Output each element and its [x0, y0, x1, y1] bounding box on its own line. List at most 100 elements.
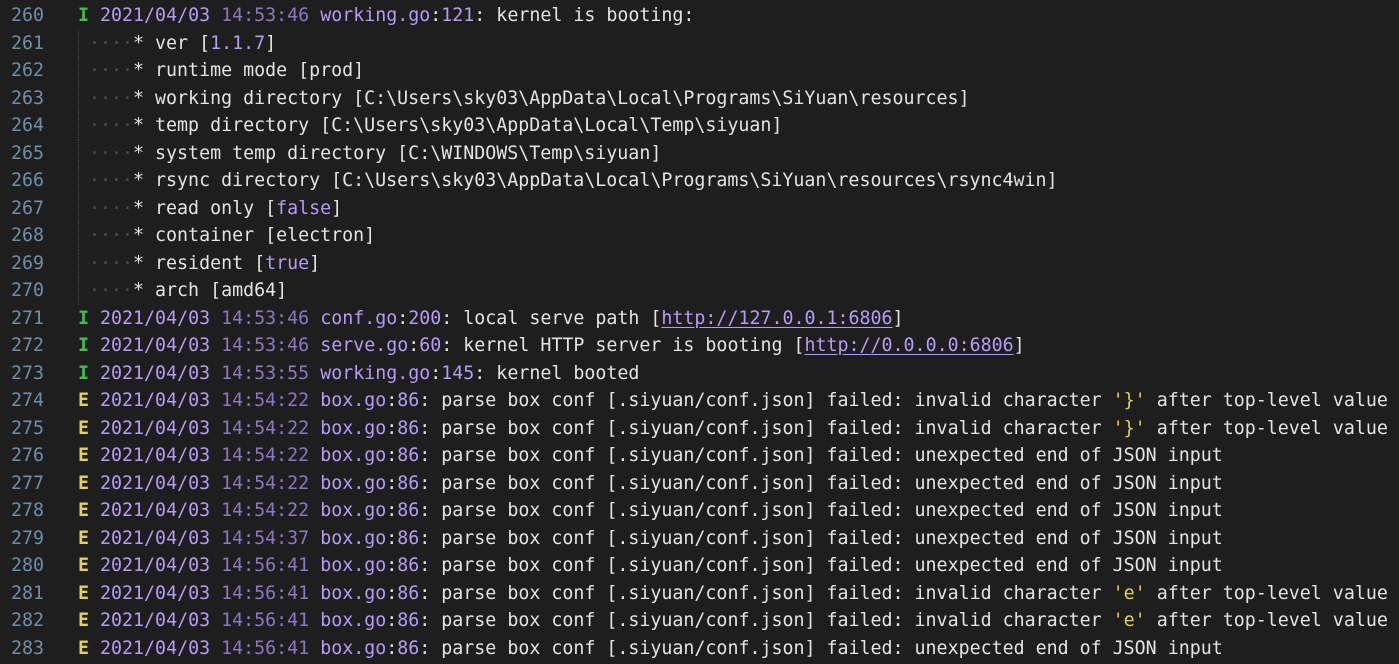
colon: :	[386, 500, 398, 521]
log-level: E	[78, 500, 90, 521]
log-content: ····* working directory [C:\Users\sky03\…	[78, 85, 970, 113]
log-line[interactable]: 269 ····* resident [true]	[0, 249, 1399, 278]
log-line[interactable]: 271 I 2021/04/03 14:53:46 conf.go:200: lo…	[0, 305, 1399, 333]
line-number: 279	[10, 527, 44, 549]
log-content: I 2021/04/03 14:53:46 serve.go:60: kerne…	[78, 332, 1025, 360]
source-file: working.go	[320, 362, 431, 384]
url-link[interactable]: http://127.0.0.1:6806	[661, 308, 892, 329]
log-message: : parse box conf [.siyuan/conf.json] fai…	[419, 555, 1223, 576]
log-line[interactable]: 273 I 2021/04/03 14:53:55 working.go:145:…	[0, 360, 1399, 388]
log-date: 2021/04/03	[100, 472, 211, 494]
log-time: 14:54:22	[221, 500, 310, 521]
log-content: ····* rsync directory [C:\Users\sky03\Ap…	[78, 167, 1058, 195]
log-level: I	[78, 362, 90, 384]
log-line[interactable]: 272 I 2021/04/03 14:53:46 serve.go:60: ke…	[0, 332, 1399, 360]
line-number: 263	[10, 87, 44, 109]
log-message: : parse box conf [.siyuan/conf.json] fai…	[419, 610, 1113, 631]
log-line[interactable]: 261 ····* ver [1.1.7]	[0, 29, 1399, 58]
log-line[interactable]: 277 E 2021/04/03 14:54:22 box.go:86: pars…	[0, 470, 1399, 498]
log-time: 14:54:37	[221, 527, 310, 549]
log-time: 14:56:41	[221, 610, 310, 631]
source-line: 200	[408, 307, 442, 329]
line-number: 266	[10, 170, 44, 191]
line-number: 281	[10, 582, 44, 604]
colon: :	[430, 5, 442, 26]
source-line: 86	[397, 472, 420, 494]
log-content: ····* resident [true]	[78, 250, 320, 278]
log-time: 14:56:41	[221, 637, 310, 659]
source-file: box.go	[320, 417, 387, 439]
log-message: : parse box conf [.siyuan/conf.json] fai…	[419, 582, 1113, 604]
whitespace-dots: ····	[78, 170, 134, 191]
whitespace-dots: ····	[78, 225, 134, 246]
log-message-tail: after top-level value	[1145, 390, 1388, 411]
source-line: 86	[397, 582, 420, 604]
line-number: 272	[10, 335, 44, 356]
log-message: : parse box conf [.siyuan/conf.json] fai…	[419, 527, 1223, 549]
log-line[interactable]: 268 ····* container [electron]	[0, 222, 1399, 250]
log-line[interactable]: 275 E 2021/04/03 14:54:22 box.go:86: pars…	[0, 415, 1399, 443]
log-line[interactable]: 281 E 2021/04/03 14:56:41 box.go:86: pars…	[0, 580, 1399, 608]
log-content: ····* ver [1.1.7]	[78, 30, 276, 58]
log-level: E	[78, 555, 90, 576]
log-content: I 2021/04/03 14:53:46 conf.go:200: local…	[78, 305, 904, 333]
source-line: 60	[419, 335, 442, 356]
log-line[interactable]: 262 ····* runtime mode [prod]	[0, 57, 1399, 85]
colon: :	[397, 307, 409, 329]
log-line[interactable]: 276 E 2021/04/03 14:54:22 box.go:86: pars…	[0, 442, 1399, 470]
log-line[interactable]: 282 E 2021/04/03 14:56:41 box.go:86: pars…	[0, 607, 1399, 635]
source-line: 86	[397, 555, 420, 576]
log-message: : local serve path [	[441, 307, 662, 329]
log-time: 14:54:22	[221, 445, 310, 466]
log-line[interactable]: 274 E 2021/04/03 14:54:22 box.go:86: pars…	[0, 387, 1399, 415]
log-line[interactable]: 278 E 2021/04/03 14:54:22 box.go:86: pars…	[0, 497, 1399, 525]
log-content: ····* container [electron]	[78, 222, 375, 250]
log-time: 14:54:22	[221, 390, 310, 411]
log-line[interactable]: 267 ····* read only [false]	[0, 194, 1399, 222]
log-line[interactable]: 263 ····* working directory [C:\Users\sk…	[0, 84, 1399, 113]
log-line[interactable]: 264 ····* temp directory [C:\Users\sky03…	[0, 112, 1399, 140]
char-literal: '}'	[1112, 390, 1146, 411]
colon: :	[386, 445, 398, 466]
line-number: 265	[10, 142, 44, 164]
log-date: 2021/04/03	[100, 527, 211, 549]
colon: :	[386, 582, 398, 604]
log-date: 2021/04/03	[100, 307, 211, 329]
char-literal: '}'	[1112, 417, 1146, 439]
line-number: 273	[10, 362, 44, 384]
log-line[interactable]: 283 E 2021/04/03 14:56:41 box.go:86: pars…	[0, 635, 1399, 663]
log-line[interactable]: 280 E 2021/04/03 14:56:41 box.go:86: pars…	[0, 552, 1399, 580]
whitespace-dots: ····	[78, 197, 134, 219]
colon: :	[386, 417, 398, 439]
url-link[interactable]: http://0.0.0.0:6806	[805, 335, 1014, 356]
source-file: conf.go	[320, 307, 398, 329]
log-editor[interactable]: 260 I 2021/04/03 14:53:46 working.go:121:…	[0, 0, 1399, 664]
log-line[interactable]: 260 I 2021/04/03 14:53:46 working.go:121:…	[0, 2, 1399, 30]
line-number: 277	[10, 472, 44, 494]
sub-item-text: * container [electron]	[133, 225, 376, 246]
source-line: 86	[397, 445, 420, 466]
source-line: 86	[397, 390, 420, 411]
log-line[interactable]: 279 E 2021/04/03 14:54:37 box.go:86: pars…	[0, 525, 1399, 553]
log-content: E 2021/04/03 14:54:22 box.go:86: parse b…	[78, 415, 1388, 443]
source-line: 86	[397, 417, 420, 439]
log-time: 14:56:41	[221, 555, 310, 576]
source-file: box.go	[320, 527, 387, 549]
log-date: 2021/04/03	[100, 390, 211, 411]
log-date: 2021/04/03	[100, 555, 211, 576]
log-line[interactable]: 265 ····* system temp directory [C:\WIND…	[0, 139, 1399, 167]
log-time: 14:54:22	[221, 472, 310, 494]
source-file: box.go	[320, 582, 387, 604]
log-message-tail: after top-level value	[1145, 582, 1388, 604]
log-level: E	[78, 445, 90, 466]
sub-item-tail: ]	[309, 252, 321, 274]
log-line[interactable]: 270 ····* arch [amd64]	[0, 277, 1399, 305]
line-number: 278	[10, 500, 44, 521]
whitespace-dots: ····	[78, 280, 134, 301]
log-content: E 2021/04/03 14:54:22 box.go:86: parse b…	[78, 442, 1223, 470]
log-line[interactable]: 266 ····* rsync directory [C:\Users\sky0…	[0, 167, 1399, 195]
log-message: : parse box conf [.siyuan/conf.json] fai…	[419, 637, 1223, 659]
source-file: box.go	[320, 555, 387, 576]
log-message: : parse box conf [.siyuan/conf.json] fai…	[419, 472, 1223, 494]
log-level: E	[78, 417, 90, 439]
